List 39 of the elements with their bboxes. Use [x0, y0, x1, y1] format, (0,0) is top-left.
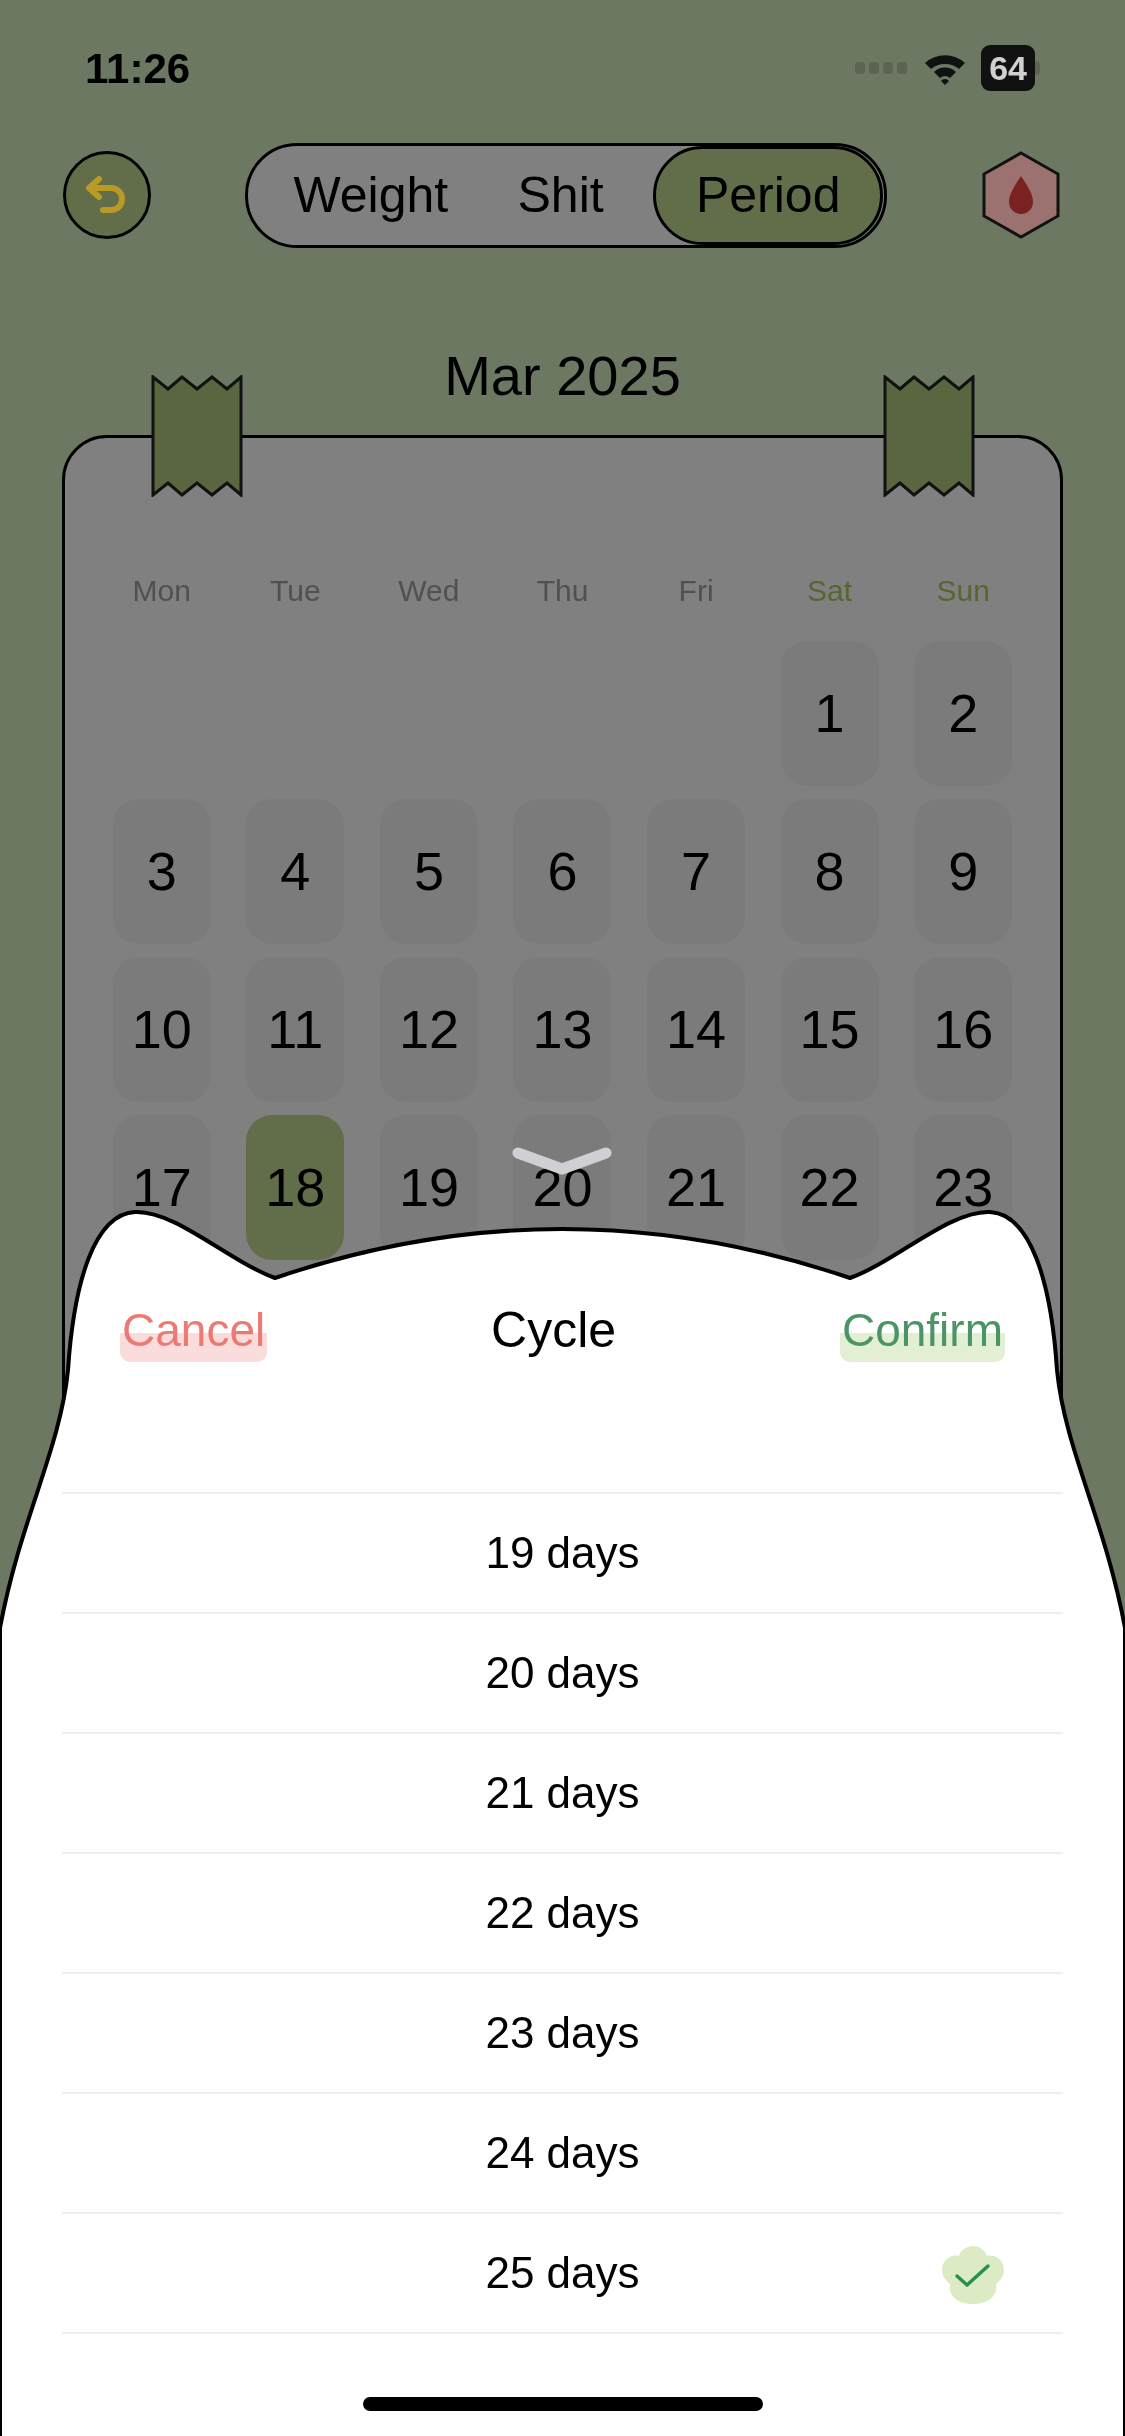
cycle-option[interactable]: 25 days	[62, 2214, 1063, 2334]
sheet-title: Cycle	[491, 1301, 617, 1360]
day-cell[interactable]: 15	[780, 957, 879, 1102]
day-cell[interactable]: 12	[379, 957, 478, 1102]
day-cell[interactable]: 1	[780, 641, 879, 786]
month-title: Mar 2025	[444, 344, 681, 408]
weekday-label: Sat	[807, 573, 853, 609]
weekday-label: Sun	[936, 573, 990, 609]
day-cell[interactable]: 22	[780, 1115, 879, 1260]
check-icon	[940, 2244, 1006, 2306]
day-cell[interactable]: 6	[513, 799, 612, 944]
cycle-option[interactable]: 21 days	[62, 1734, 1063, 1854]
cycle-option[interactable]: 19 days	[62, 1494, 1063, 1614]
day-cell[interactable]: 9	[914, 799, 1013, 944]
day-cell[interactable]: 7	[647, 799, 746, 944]
day-cell[interactable]: 8	[780, 799, 879, 944]
day-cell[interactable]: 11	[246, 957, 345, 1102]
tab[interactable]: Shit	[497, 145, 624, 245]
tape-icon	[151, 375, 243, 497]
cycle-option[interactable]: 23 days	[62, 1974, 1063, 2094]
day-cell[interactable]: 10	[112, 957, 211, 1102]
tab[interactable]: Period	[652, 145, 884, 245]
day-cell[interactable]: 14	[647, 957, 746, 1102]
day-cell[interactable]: 3	[112, 799, 211, 944]
cycle-option[interactable]: 24 days	[62, 2094, 1063, 2214]
tab[interactable]: Weight	[273, 145, 469, 245]
status-time: 11:26	[85, 43, 191, 94]
cycle-option[interactable]: 22 days	[62, 1854, 1063, 1974]
blood-drop-icon[interactable]	[980, 150, 1062, 240]
cycle-option[interactable]: 20 days	[62, 1614, 1063, 1734]
tape-icon	[883, 375, 975, 497]
battery-cap-icon	[1035, 61, 1040, 75]
battery-level: 64	[981, 45, 1035, 91]
day-cell[interactable]: 18	[246, 1115, 345, 1260]
day-cell[interactable]: 16	[914, 957, 1013, 1102]
day-cell[interactable]: 5	[379, 799, 478, 944]
day-cell[interactable]: 2	[914, 641, 1013, 786]
day-cell[interactable]: 13	[513, 957, 612, 1102]
day-cell[interactable]: 4	[246, 799, 345, 944]
